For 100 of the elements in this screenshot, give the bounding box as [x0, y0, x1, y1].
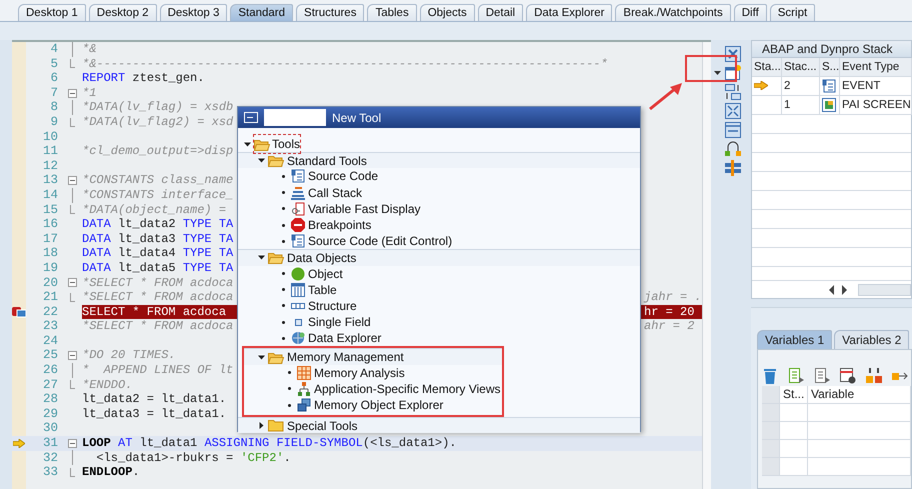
circle-icon — [291, 266, 305, 281]
line-number: 19 — [42, 260, 59, 276]
cubes-icon — [297, 398, 311, 412]
tree-item[interactable]: Source Code — [308, 167, 378, 186]
document-icon[interactable] — [788, 368, 804, 384]
code-line: *& — [82, 42, 96, 56]
line-number: 9 — [49, 114, 59, 130]
caret-icon[interactable] — [714, 71, 721, 75]
collapse-icon[interactable] — [68, 176, 76, 186]
table-cell — [780, 422, 808, 440]
column-header[interactable]: Variable — [808, 386, 911, 404]
tab[interactable]: Variables 1 — [757, 330, 832, 349]
tree-item[interactable]: Data Explorer — [308, 329, 382, 348]
fold-guide — [70, 205, 74, 214]
fullscreen-icon[interactable] — [725, 103, 741, 119]
line-number: 4 — [49, 42, 59, 57]
collapse-arrow-icon[interactable] — [258, 422, 265, 430]
table-icon — [291, 282, 305, 297]
scroll-left-icon[interactable] — [828, 284, 836, 294]
line-number: 23 — [42, 319, 59, 334]
column-header[interactable]: Sta... — [752, 58, 782, 77]
table-cell: EVENT — [840, 77, 912, 96]
code-line: SELECT * FROM acdoca — [82, 304, 226, 319]
document-icon[interactable] — [840, 368, 856, 384]
tree-item[interactable]: Data Objects — [287, 248, 356, 267]
swap-icon[interactable] — [725, 84, 741, 100]
resize-icon[interactable] — [725, 122, 741, 138]
tree-item[interactable]: Structure — [308, 296, 357, 315]
scroll-right-icon[interactable] — [840, 284, 848, 294]
window-icon — [244, 112, 258, 123]
tab[interactable]: Break./Watchpoints — [615, 4, 731, 21]
collapse-icon[interactable] — [68, 278, 76, 288]
tab[interactable]: Script — [770, 4, 816, 21]
document-icon[interactable] — [814, 368, 830, 384]
line-number: 6 — [49, 71, 59, 86]
column-header[interactable]: St... — [780, 386, 808, 404]
tree-item[interactable]: Breakpoints — [308, 216, 372, 234]
scrollbar[interactable] — [702, 42, 711, 489]
column-header[interactable]: S... — [820, 58, 840, 77]
breakpoint-icon[interactable] — [12, 306, 26, 318]
tab[interactable]: Desktop 3 — [160, 4, 228, 21]
tools-icon[interactable] — [725, 160, 741, 176]
bullet-icon — [282, 240, 285, 243]
tree-item[interactable]: Table — [308, 280, 337, 299]
bullet-icon — [282, 272, 285, 276]
tab[interactable]: Structures — [296, 4, 364, 21]
tab[interactable]: Objects — [420, 4, 475, 21]
tab[interactable]: Desktop 2 — [88, 4, 157, 21]
tree-item[interactable]: Variable Fast Display — [308, 200, 420, 218]
squares-icon[interactable] — [866, 368, 882, 384]
bullet-icon — [288, 404, 291, 407]
line-number: 30 — [42, 421, 59, 436]
tree-item[interactable]: Application-Specific Memory Views — [314, 380, 501, 398]
redacted-area — [264, 109, 326, 126]
tab[interactable]: Desktop 1 — [18, 4, 86, 21]
tree-item[interactable]: Tools — [254, 135, 300, 154]
bullet-icon — [288, 387, 291, 390]
bullet-icon — [282, 336, 285, 340]
collapse-icon[interactable] — [68, 351, 76, 360]
code-line: *SELECT * FROM acdoca — [82, 290, 234, 304]
code-line: *DATA(lv_flag2) = xsd — [82, 114, 234, 129]
code-line: lt_data3 = lt_data1. — [82, 406, 226, 421]
tab[interactable]: Variables 2 — [834, 330, 910, 349]
panel-title: ABAP and Dynpro Stack — [752, 41, 911, 58]
tree-item[interactable]: Call Stack — [308, 184, 362, 202]
table-cell — [780, 440, 808, 458]
line-number: 17 — [42, 232, 59, 246]
scrollbar[interactable] — [858, 284, 911, 296]
code-line: *1 — [82, 86, 96, 100]
column-header[interactable]: Event Type — [840, 58, 912, 77]
code-line: * APPEND LINES OF lt — [82, 363, 234, 378]
delete-icon[interactable] — [762, 368, 778, 384]
bullet-icon — [282, 174, 285, 178]
table-cell — [780, 458, 808, 476]
tab[interactable]: Data Explorer — [526, 4, 612, 21]
expand-arrow-icon[interactable] — [258, 354, 265, 361]
tab[interactable]: Diff — [734, 4, 767, 21]
expand-arrow-icon[interactable] — [258, 157, 265, 164]
tree-item[interactable]: Source Code (Edit Control) — [308, 232, 452, 250]
column-header[interactable]: Stac... — [782, 58, 820, 77]
tab[interactable]: Detail — [478, 4, 524, 21]
line-number: 11 — [42, 144, 59, 159]
collapse-icon[interactable] — [68, 438, 76, 448]
bullet-icon — [282, 288, 285, 292]
collapse-icon[interactable] — [68, 88, 76, 98]
line-number: 25 — [42, 348, 59, 364]
tree-item[interactable]: Special Tools — [287, 416, 358, 435]
tab[interactable]: Standard — [230, 4, 294, 21]
line-number: 28 — [42, 392, 59, 407]
line-number: 7 — [49, 86, 59, 100]
tree-item[interactable]: Memory Object Explorer — [314, 396, 444, 414]
tree-item[interactable]: Object — [308, 264, 343, 283]
code-line: <ls_data1>-rbukrs = 'CFP2'. — [95, 450, 291, 465]
line-number: 10 — [42, 130, 59, 144]
expand-arrow-icon[interactable] — [258, 254, 265, 262]
connector-icon[interactable] — [725, 141, 741, 157]
tab[interactable]: Tables — [367, 4, 417, 21]
expand-arrow-icon[interactable] — [244, 140, 251, 148]
tree-item[interactable]: Single Field — [308, 313, 371, 332]
tree-item[interactable]: Memory Analysis — [314, 364, 405, 382]
